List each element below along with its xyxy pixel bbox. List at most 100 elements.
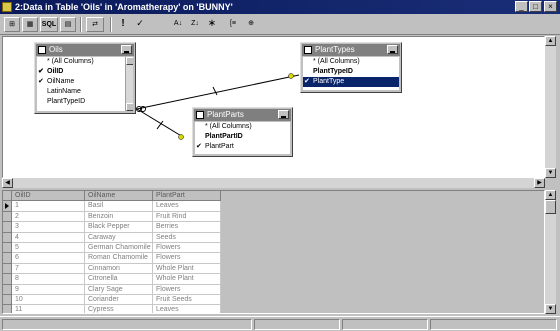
grid-cell[interactable]: 8 [12, 274, 85, 285]
grid-cell[interactable]: 11 [12, 305, 85, 313]
grid-cell[interactable]: Leaves [153, 305, 221, 313]
grid-pane-icon[interactable]: ▦ [22, 17, 38, 32]
row-selector[interactable] [3, 274, 12, 285]
column-row[interactable]: LatinName [37, 87, 133, 97]
column-row[interactable]: * (All Columns) [37, 57, 133, 67]
scroll-down-icon[interactable]: ▼ [545, 168, 556, 178]
minimize-table-button[interactable] [387, 45, 398, 54]
table-row[interactable]: 2 Benzoin Fruit Rind [3, 211, 221, 223]
row-selector[interactable] [3, 305, 12, 313]
query-type-icon[interactable]: ⇄ [86, 17, 104, 32]
column-row[interactable]: PlantPartID [195, 132, 290, 142]
grid-cell[interactable]: 2 [12, 211, 85, 223]
column-row[interactable]: PlantTypeID [37, 97, 133, 107]
grid-corner[interactable] [3, 191, 12, 202]
row-selector[interactable] [3, 253, 12, 264]
row-selector[interactable] [3, 211, 12, 223]
grid-cell[interactable]: 1 [12, 201, 85, 212]
add-table-icon[interactable]: ⊕ [244, 17, 258, 32]
column-checkbox[interactable] [304, 68, 311, 75]
grid-cell[interactable]: Flowers [153, 253, 221, 264]
grid-cell[interactable]: Citronella [85, 274, 153, 285]
table-row[interactable]: 9 Clary Sage Flowers [3, 284, 221, 295]
minimize-table-button[interactable] [278, 110, 289, 119]
column-checkbox[interactable] [38, 88, 45, 95]
scroll-right-icon[interactable]: ▶ [534, 178, 545, 188]
table-plantparts[interactable]: PlantParts * (All Columns) PlantPartID ✔… [192, 107, 293, 157]
table-plantparts-header[interactable]: PlantParts [194, 109, 291, 121]
table-row[interactable]: 7 Cinnamon Whole Plant [3, 263, 221, 275]
remove-filter-icon[interactable]: ∗ [206, 17, 218, 32]
grid-vertical-scrollbar[interactable]: ▲ ▼ [545, 190, 556, 314]
grid-cell[interactable]: Leaves [153, 201, 221, 212]
grid-cell[interactable]: 7 [12, 263, 85, 275]
results-grid[interactable]: OilID OilName PlantPart 1 Basil Leaves 2 Ben… [2, 190, 545, 314]
results-pane-icon[interactable]: ▤ [60, 17, 76, 32]
scroll-up-icon[interactable]: ▲ [545, 36, 556, 46]
grid-cell[interactable]: Whole Plant [153, 263, 221, 275]
grid-cell[interactable]: 10 [12, 295, 85, 306]
row-selector[interactable] [3, 232, 12, 243]
grid-cell[interactable]: Roman Chamomile [85, 253, 153, 264]
grid-cell[interactable]: Clary Sage [85, 284, 153, 295]
column-checkbox[interactable] [38, 58, 45, 65]
table-row[interactable]: 1 Basil Leaves [3, 201, 221, 212]
row-selector[interactable] [3, 201, 12, 212]
column-checkbox[interactable]: ✔ [38, 68, 45, 75]
sort-descending-icon[interactable]: Z↓ [188, 17, 202, 32]
table-scrollbar[interactable] [125, 57, 133, 111]
column-row[interactable]: ✔ OilID [37, 67, 133, 77]
column-row[interactable]: * (All Columns) [195, 122, 290, 132]
grid-cell[interactable]: Flowers [153, 243, 221, 254]
grid-cell[interactable]: Cinnamon [85, 263, 153, 275]
grid-header-cell[interactable]: PlantPart [153, 191, 221, 202]
grid-cell[interactable]: Fruit Rind [153, 211, 221, 223]
diagram-pane-icon[interactable]: ⊞ [4, 17, 20, 32]
column-checkbox[interactable] [38, 98, 45, 105]
verify-sql-icon[interactable]: ✓ [134, 17, 146, 32]
column-checkbox[interactable]: ✔ [196, 143, 203, 150]
grid-cell[interactable]: 5 [12, 243, 85, 254]
column-checkbox[interactable] [304, 58, 311, 65]
grid-cell[interactable]: 3 [12, 222, 85, 233]
grid-header-cell[interactable]: OilName [85, 191, 153, 202]
grid-cell[interactable]: Cypress [85, 305, 153, 313]
column-row[interactable]: ✔ OilName [37, 77, 133, 87]
minimize-button[interactable]: _ [515, 1, 528, 12]
grid-cell[interactable]: 4 [12, 232, 85, 243]
grid-cell[interactable]: 6 [12, 253, 85, 264]
minimize-table-button[interactable] [121, 45, 132, 54]
grid-cell[interactable]: Coriander [85, 295, 153, 306]
grid-cell[interactable]: Basil [85, 201, 153, 212]
grid-header-cell[interactable]: OilID [12, 191, 85, 202]
table-row[interactable]: 8 Citronella Whole Plant [3, 274, 221, 285]
row-selector[interactable] [3, 284, 12, 295]
table-oils-header[interactable]: Oils [36, 44, 134, 56]
table-row[interactable]: 4 Caraway Seeds [3, 232, 221, 243]
grid-cell[interactable]: Whole Plant [153, 274, 221, 285]
table-oils[interactable]: Oils * (All Columns) ✔ OilID ✔ OilName Lat… [34, 42, 136, 114]
table-row[interactable]: 3 Black Pepper Berries [3, 222, 221, 233]
column-row[interactable]: * (All Columns) [303, 57, 399, 67]
grid-cell[interactable]: Fruit Seeds [153, 295, 221, 306]
scroll-up-button[interactable] [126, 57, 133, 65]
table-row[interactable]: 10 Coriander Fruit Seeds [3, 295, 221, 306]
scroll-down-button[interactable] [126, 103, 133, 111]
diagram-horizontal-scrollbar[interactable]: ◀ ▶ [2, 178, 545, 188]
grid-cell[interactable]: Flowers [153, 284, 221, 295]
scroll-up-icon[interactable]: ▲ [545, 190, 556, 200]
maximize-button[interactable]: □ [529, 1, 542, 12]
column-row[interactable]: ✔ PlantPart [195, 142, 290, 152]
sql-pane-button[interactable]: SQL [40, 17, 58, 32]
run-icon[interactable]: ! [118, 17, 128, 32]
row-selector[interactable] [3, 263, 12, 275]
group-by-icon[interactable]: [≡ [226, 17, 240, 32]
grid-cell[interactable]: Seeds [153, 232, 221, 243]
column-checkbox[interactable] [196, 133, 203, 140]
column-row[interactable]: PlantTypeID [303, 67, 399, 77]
grid-cell[interactable]: German Chamomile [85, 243, 153, 254]
grid-cell[interactable]: Benzoin [85, 211, 153, 223]
scroll-left-icon[interactable]: ◀ [2, 178, 13, 188]
table-row[interactable]: 11 Cypress Leaves [3, 305, 221, 313]
scrollbar-thumb[interactable] [545, 200, 556, 214]
